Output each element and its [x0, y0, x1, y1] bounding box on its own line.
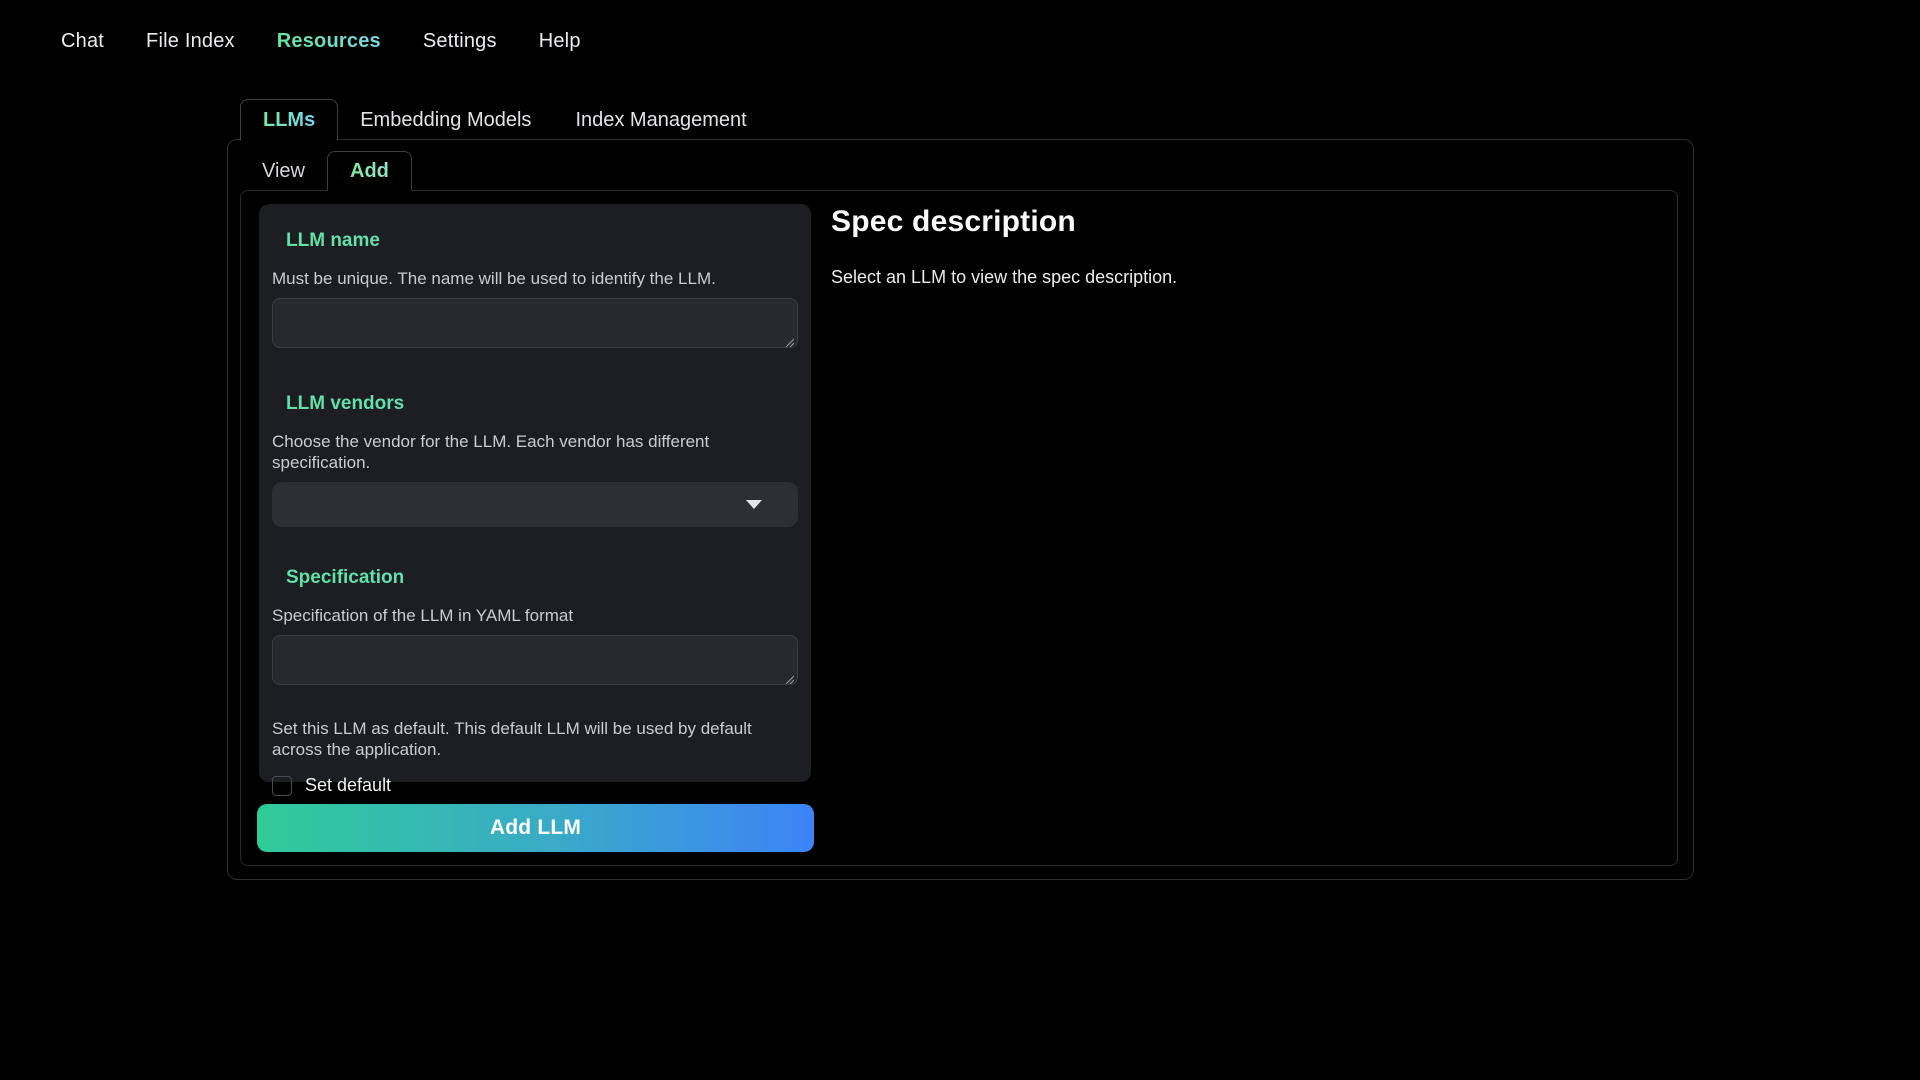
llm-vendors-label: LLM vendors	[286, 393, 798, 415]
llm-name-label: LLM name	[286, 230, 798, 252]
llm-name-input[interactable]	[272, 298, 798, 348]
chevron-down-icon	[746, 500, 762, 509]
subtab-add[interactable]: Add	[327, 151, 412, 191]
set-default-note: Set this LLM as default. This default LL…	[272, 718, 798, 760]
resource-tabs: LLMs Embedding Models Index Management	[227, 99, 769, 141]
nav-item-help[interactable]: Help	[539, 30, 581, 53]
subtab-view[interactable]: View	[240, 151, 327, 191]
set-default-row: Set default	[272, 775, 798, 796]
spec-description-body: Select an LLM to view the spec descripti…	[831, 267, 1651, 288]
tab-embedding-models[interactable]: Embedding Models	[338, 99, 553, 141]
tab-llms[interactable]: LLMs	[240, 99, 338, 141]
spec-description-title: Spec description	[831, 205, 1651, 239]
nav-item-settings[interactable]: Settings	[423, 30, 497, 53]
nav-item-resources[interactable]: Resources	[277, 30, 381, 53]
top-navigation: Chat File Index Resources Settings Help	[61, 30, 581, 53]
specification-label: Specification	[286, 567, 798, 589]
specification-description: Specification of the LLM in YAML format	[272, 605, 798, 626]
nav-item-chat[interactable]: Chat	[61, 30, 104, 53]
set-default-label[interactable]: Set default	[305, 775, 391, 796]
llm-vendors-description: Choose the vendor for the LLM. Each vend…	[272, 431, 798, 473]
nav-item-file-index[interactable]: File Index	[146, 30, 235, 53]
tab-llms-label: LLMs	[263, 109, 315, 132]
spec-description-panel: Spec description Select an LLM to view t…	[831, 205, 1651, 288]
llm-name-description: Must be unique. The name will be used to…	[272, 268, 798, 289]
add-llm-button[interactable]: Add LLM	[257, 804, 814, 852]
llm-vendor-select[interactable]	[272, 482, 798, 527]
set-default-checkbox[interactable]	[272, 776, 292, 796]
subtab-add-label: Add	[350, 160, 389, 183]
specification-input[interactable]	[272, 635, 798, 685]
llm-subtabs: View Add	[240, 151, 412, 191]
tab-index-management[interactable]: Index Management	[553, 99, 768, 141]
add-llm-form: LLM name Must be unique. The name will b…	[259, 204, 811, 782]
